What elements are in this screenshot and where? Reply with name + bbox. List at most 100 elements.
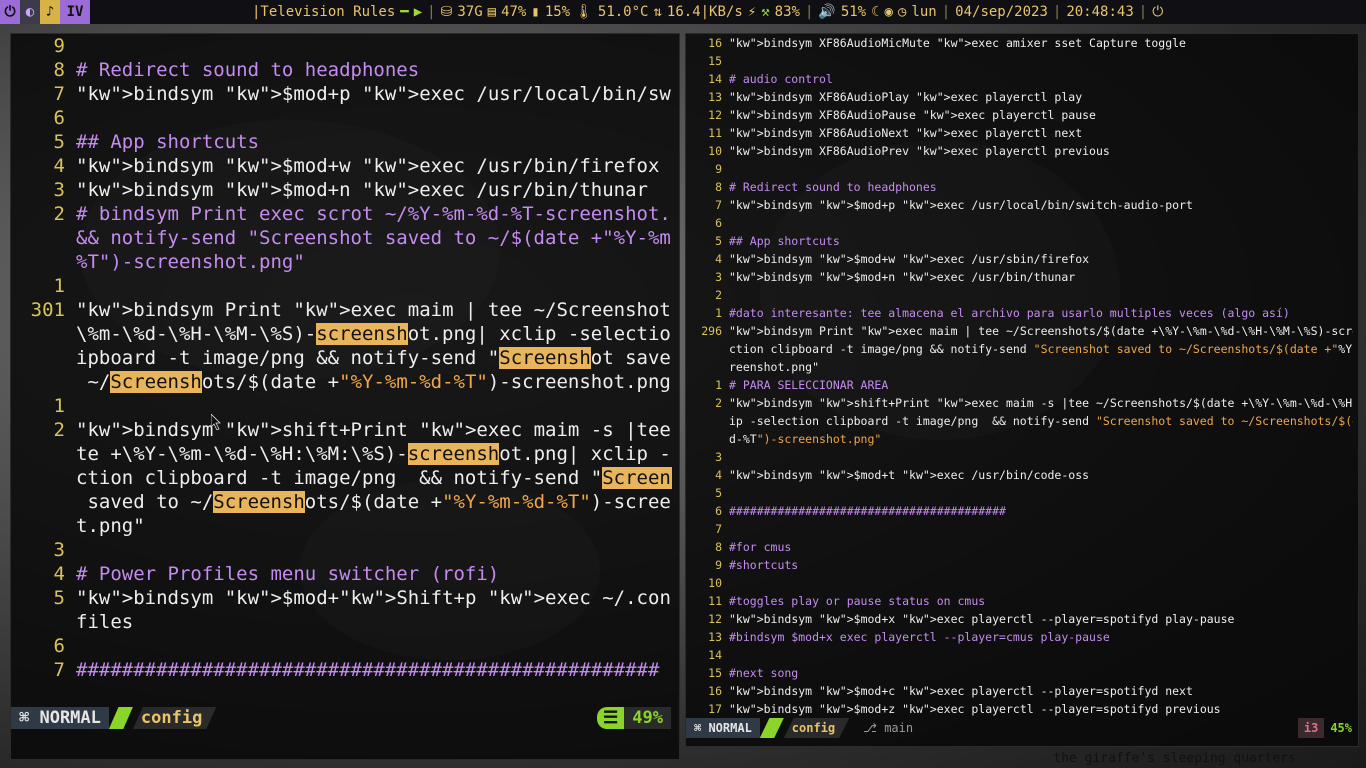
line-text[interactable]: # Redirect sound to headphones bbox=[76, 58, 672, 82]
line-text[interactable] bbox=[729, 286, 1353, 304]
right-code-line[interactable]: 16 "kw">bindsym "kw">$mod+c "kw">exec pla… bbox=[686, 682, 1358, 700]
left-code-line[interactable]: 2 "kw">bindsym "kw">shift+Print "kw">exec… bbox=[11, 418, 679, 442]
workspace-2[interactable]: ◐ bbox=[20, 0, 40, 24]
left-code-line[interactable]: 5 ## App shortcuts bbox=[11, 130, 679, 154]
left-code-line[interactable]: 8 # Redirect sound to headphones bbox=[11, 58, 679, 82]
line-text[interactable]: ction clipboard -t image/png && notify-s… bbox=[729, 340, 1353, 358]
line-text[interactable]: \%m-\%d-\%H-\%M-\%S)-screenshot.png| xcl… bbox=[76, 322, 672, 346]
line-text[interactable]: "kw">bindsym XF86AudioPause "kw">exec pl… bbox=[729, 106, 1353, 124]
music-title[interactable]: |Television Rules bbox=[252, 4, 395, 20]
line-text[interactable]: # audio control bbox=[729, 70, 1353, 88]
right-code-line[interactable]: 2 "kw">bindsym "kw">shift+Print "kw">exec… bbox=[686, 394, 1358, 412]
right-code-line[interactable]: 8 #for cmus bbox=[686, 538, 1358, 556]
right-code-line[interactable]: 12 "kw">bindsym XF86AudioPause "kw">exec … bbox=[686, 106, 1358, 124]
line-text[interactable] bbox=[729, 214, 1353, 232]
right-code-line[interactable]: 1 #dato interesante: tee almacena el arch… bbox=[686, 304, 1358, 322]
right-code-line[interactable]: 16 "kw">bindsym XF86AudioMicMute "kw">exe… bbox=[686, 34, 1358, 52]
volume-level[interactable]: 51% bbox=[841, 4, 866, 20]
line-text[interactable]: "kw">bindsym "kw">$mod+x "kw">exec playe… bbox=[729, 610, 1353, 628]
right-code-line[interactable]: 2 bbox=[686, 286, 1358, 304]
right-code-line[interactable]: 4 "kw">bindsym "kw">$mod+w "kw">exec /usr… bbox=[686, 250, 1358, 268]
line-text[interactable] bbox=[729, 160, 1353, 178]
line-text[interactable]: "kw">bindsym Print "kw">exec maim | tee … bbox=[76, 298, 672, 322]
right-code-line[interactable]: 6 bbox=[686, 214, 1358, 232]
right-code-line[interactable]: reenshot.png" bbox=[686, 358, 1358, 376]
left-editor-lines[interactable]: 9 8 # Redirect sound to headphones 7 "kw">bi… bbox=[11, 34, 679, 682]
line-text[interactable] bbox=[76, 34, 672, 58]
line-text[interactable]: t.png" bbox=[76, 514, 672, 538]
line-text[interactable]: #dato interesante: tee almacena el archi… bbox=[729, 304, 1353, 322]
left-code-line[interactable]: 2 # bindsym Print exec scrot ~/%Y-%m-%d-%… bbox=[11, 202, 679, 226]
right-editor-lines[interactable]: 16 "kw">bindsym XF86AudioMicMute "kw">exe… bbox=[686, 34, 1358, 718]
right-code-line[interactable]: 5 bbox=[686, 484, 1358, 502]
left-code-line[interactable]: 4 "kw">bindsym "kw">$mod+w "kw">exec /usr… bbox=[11, 154, 679, 178]
line-text[interactable]: reenshot.png" bbox=[729, 358, 1353, 376]
workspace-1[interactable]: ⏻ bbox=[0, 0, 20, 24]
music-stop-icon[interactable]: ━ bbox=[400, 4, 408, 20]
line-text[interactable]: d-%T")-screenshot.png" bbox=[729, 430, 1353, 448]
line-text[interactable]: ## App shortcuts bbox=[729, 232, 1353, 250]
line-text[interactable] bbox=[729, 448, 1353, 466]
line-text[interactable] bbox=[729, 646, 1353, 664]
left-code-line[interactable]: 6 bbox=[11, 106, 679, 130]
volume-icon[interactable]: 🔊 bbox=[818, 4, 835, 20]
right-code-line[interactable]: 17 "kw">bindsym "kw">$mod+z "kw">exec pla… bbox=[686, 700, 1358, 718]
line-text[interactable]: "kw">bindsym XF86AudioPrev "kw">exec pla… bbox=[729, 142, 1353, 160]
moon-icon[interactable]: ☾ bbox=[871, 4, 879, 20]
left-code-line[interactable]: 6 bbox=[11, 634, 679, 658]
line-text[interactable]: ######################################## bbox=[729, 502, 1353, 520]
left-code-line[interactable]: 1 bbox=[11, 394, 679, 418]
line-text[interactable]: "kw">bindsym "kw">$mod+"kw">Shift+p "kw"… bbox=[76, 586, 672, 610]
right-code-line[interactable]: 7 "kw">bindsym "kw">$mod+p "kw">exec /usr… bbox=[686, 196, 1358, 214]
right-code-line[interactable]: 5 ## App shortcuts bbox=[686, 232, 1358, 250]
line-text[interactable]: #next song bbox=[729, 664, 1353, 682]
line-text[interactable]: "kw">bindsym "kw">$mod+p "kw">exec /usr/… bbox=[729, 196, 1353, 214]
left-editor-pane[interactable]: 9 8 # Redirect sound to headphones 7 "kw">bi… bbox=[10, 33, 680, 760]
line-text[interactable]: # PARA SELECCIONAR AREA bbox=[729, 376, 1353, 394]
left-code-line[interactable]: ipboard -t image/png && notify-send "Scr… bbox=[11, 346, 679, 370]
line-text[interactable]: "kw">bindsym "kw">$mod+n "kw">exec /usr/… bbox=[729, 268, 1353, 286]
right-code-line[interactable]: 9 bbox=[686, 160, 1358, 178]
line-text[interactable]: ########################################… bbox=[76, 658, 672, 682]
line-text[interactable]: "kw">bindsym XF86AudioNext "kw">exec pla… bbox=[729, 124, 1353, 142]
line-text[interactable]: te +\%Y-\%m-\%d-\%H:\%M:\%S)-screenshot.… bbox=[76, 442, 672, 466]
line-text[interactable] bbox=[729, 484, 1353, 502]
line-text[interactable]: "kw">bindsym Print "kw">exec maim | tee … bbox=[729, 322, 1353, 340]
power-button[interactable]: ⏻ bbox=[1152, 4, 1163, 20]
right-code-line[interactable]: 3 bbox=[686, 448, 1358, 466]
left-code-line[interactable]: && notify-send "Screenshot saved to ~/$(… bbox=[11, 226, 679, 250]
line-text[interactable]: "kw">bindsym "kw">$mod+t "kw">exec /usr/… bbox=[729, 466, 1353, 484]
line-text[interactable]: "kw">bindsym XF86AudioMicMute "kw">exec … bbox=[729, 34, 1353, 52]
bell-icon[interactable]: ◉ bbox=[885, 4, 893, 20]
line-text[interactable]: "kw">bindsym "kw">$mod+w "kw">exec /usr/… bbox=[729, 250, 1353, 268]
right-code-line[interactable]: 7 bbox=[686, 520, 1358, 538]
line-text[interactable]: # Redirect sound to headphones bbox=[729, 178, 1353, 196]
right-code-line[interactable]: 15 bbox=[686, 52, 1358, 70]
line-text[interactable]: #shortcuts bbox=[729, 556, 1353, 574]
line-text[interactable]: "kw">bindsym "kw">$mod+w "kw">exec /usr/… bbox=[76, 154, 672, 178]
left-code-line[interactable]: te +\%Y-\%m-\%d-\%H:\%M:\%S)-screenshot.… bbox=[11, 442, 679, 466]
right-code-line[interactable]: 12 "kw">bindsym "kw">$mod+x "kw">exec pla… bbox=[686, 610, 1358, 628]
workspace-3[interactable]: ♪ bbox=[40, 0, 60, 24]
line-text[interactable] bbox=[729, 520, 1353, 538]
line-text[interactable]: ~/Screenshots/$(date +"%Y-%m-%d-%T")-scr… bbox=[76, 370, 672, 394]
right-code-line[interactable]: 9 #shortcuts bbox=[686, 556, 1358, 574]
left-code-line[interactable]: 4 # Power Profiles menu switcher (rofi) bbox=[11, 562, 679, 586]
line-text[interactable] bbox=[729, 574, 1353, 592]
line-text[interactable] bbox=[76, 634, 672, 658]
right-code-line[interactable]: 3 "kw">bindsym "kw">$mod+n "kw">exec /usr… bbox=[686, 268, 1358, 286]
right-code-line[interactable]: ction clipboard -t image/png && notify-s… bbox=[686, 340, 1358, 358]
left-code-line[interactable]: 7 #######################################… bbox=[11, 658, 679, 682]
line-text[interactable] bbox=[76, 274, 672, 298]
line-text[interactable]: ## App shortcuts bbox=[76, 130, 672, 154]
line-text[interactable]: # bindsym Print exec scrot ~/%Y-%m-%d-%T… bbox=[76, 202, 672, 226]
line-text[interactable] bbox=[76, 106, 672, 130]
line-text[interactable] bbox=[729, 52, 1353, 70]
right-code-line[interactable]: 13 #bindsym $mod+x exec playerctl --playe… bbox=[686, 628, 1358, 646]
left-code-line[interactable]: saved to ~/Screenshots/$(date +"%Y-%m-%d… bbox=[11, 490, 679, 514]
line-text[interactable]: "kw">bindsym "kw">shift+Print "kw">exec … bbox=[76, 418, 672, 442]
line-text[interactable]: "kw">bindsym "kw">$mod+c "kw">exec playe… bbox=[729, 682, 1353, 700]
right-code-line[interactable]: 14 bbox=[686, 646, 1358, 664]
line-text[interactable]: "kw">bindsym "kw">shift+Print "kw">exec … bbox=[729, 394, 1353, 412]
line-text[interactable]: #toggles play or pause status on cmus bbox=[729, 592, 1353, 610]
